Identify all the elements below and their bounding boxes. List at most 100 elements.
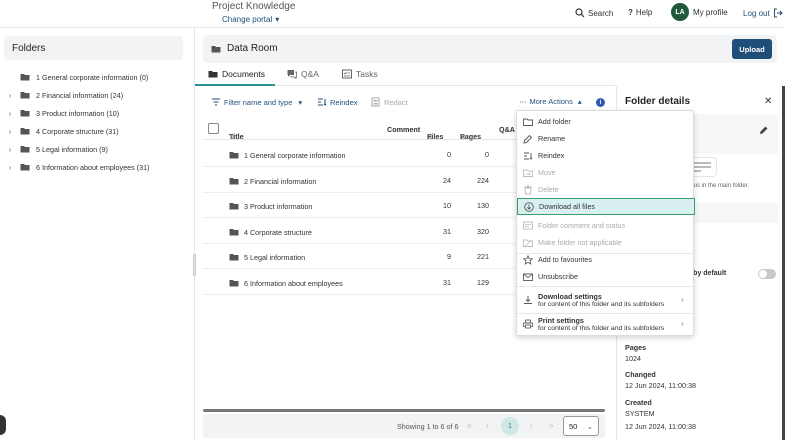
menu-item-unsubscribe[interactable]: Unsubscribe: [517, 268, 695, 285]
more-actions-menu: Add folder Rename Reindex Move Delete Do…: [516, 110, 695, 336]
horizontal-scrollbar[interactable]: [203, 409, 605, 412]
default-toggle[interactable]: [758, 269, 776, 279]
sidebar-item-financial[interactable]: › 2 Financial information (24): [0, 86, 195, 104]
menu-item-download-all[interactable]: Download all files: [517, 198, 695, 215]
help-link[interactable]: ? Help: [628, 8, 652, 17]
upload-button[interactable]: Upload: [732, 39, 772, 59]
sidebar-item-product[interactable]: › 3 Product information (10): [0, 104, 195, 122]
folder-icon: [229, 152, 239, 159]
pencil-icon[interactable]: [759, 125, 769, 135]
chevron-right-icon[interactable]: ›: [0, 91, 20, 100]
trash-icon: [524, 185, 532, 194]
changed-value: 12 Jun 2024, 11:00:38: [625, 381, 697, 390]
tab-documents[interactable]: Documents: [208, 69, 265, 79]
current-page[interactable]: 1: [501, 417, 519, 435]
menu-item-delete[interactable]: Delete: [517, 181, 695, 198]
menu-item-not-applicable[interactable]: Make folder not applicable: [517, 234, 695, 251]
page-title: Data Room: [211, 43, 278, 54]
page-size-select[interactable]: 50 ⌄: [563, 416, 599, 436]
folder-tree: 1 General corporate information (0) › 2 …: [0, 68, 195, 176]
my-profile-link[interactable]: My profile: [693, 8, 728, 17]
row-title: 5 Legal information: [229, 252, 305, 262]
logout-link[interactable]: Log out: [743, 8, 783, 18]
last-page-icon[interactable]: »: [549, 421, 553, 430]
download-settings-title: Download settings: [538, 292, 602, 301]
print-settings-text: Print settings for content of this folde…: [538, 316, 664, 332]
sidebar-item-general-corporate[interactable]: 1 General corporate information (0): [0, 68, 195, 86]
reindex-icon: [524, 152, 533, 160]
chat-icon: [287, 70, 297, 79]
chevron-right-icon[interactable]: ›: [0, 163, 20, 172]
row-pages: 221: [477, 252, 489, 261]
data-room-header: Data Room Upload: [203, 35, 777, 63]
menu-item-label: Add to favourites: [538, 255, 592, 264]
sidebar-item-employees[interactable]: › 6 Information about employees (31): [0, 158, 195, 176]
filter-icon: [212, 98, 220, 106]
redact-label: Redact: [384, 97, 408, 107]
next-page-icon[interactable]: ›: [530, 421, 533, 430]
menu-item-reindex[interactable]: Reindex: [517, 147, 695, 164]
select-all-checkbox[interactable]: [208, 123, 219, 134]
main-tabs: Documents Q&A Tasks: [195, 66, 615, 86]
folder-icon: [20, 164, 30, 171]
reindex-button[interactable]: Reindex: [317, 97, 358, 107]
change-portal-dropdown[interactable]: Change portal ▾: [222, 15, 279, 24]
tab-qa-label: Q&A: [301, 69, 319, 79]
folder-icon: [229, 280, 239, 287]
changed-label: Changed: [625, 370, 656, 379]
page-title-text: Data Room: [227, 43, 278, 54]
menu-item-download-settings[interactable]: Download settings for content of this fo…: [517, 288, 695, 312]
search-link[interactable]: Search: [575, 8, 613, 18]
avatar[interactable]: LA: [671, 3, 689, 21]
menu-item-label: Unsubscribe: [538, 272, 578, 281]
menu-item-rename[interactable]: Rename: [517, 130, 695, 147]
menu-item-add-favourites[interactable]: Add to favourites: [517, 251, 695, 268]
menu-item-label: Rename: [538, 134, 566, 143]
floating-widget-handle[interactable]: [0, 415, 6, 435]
row-pages: 130: [477, 201, 489, 210]
first-page-icon[interactable]: «: [467, 421, 471, 430]
chevron-right-icon: ›: [681, 295, 684, 304]
sidebar-item-legal[interactable]: › 5 Legal information (9): [0, 140, 195, 158]
menu-item-add-folder[interactable]: Add folder: [517, 113, 695, 130]
tab-qa[interactable]: Q&A: [287, 69, 319, 79]
close-icon[interactable]: ✕: [764, 96, 772, 107]
menu-item-move[interactable]: Move: [517, 164, 695, 181]
more-actions-button[interactable]: ⋯ More Actions ▴: [519, 97, 582, 106]
menu-item-print-settings[interactable]: Print settings for content of this folde…: [517, 312, 695, 336]
chevron-right-icon: ›: [681, 319, 684, 328]
menu-item-label: Folder comment and status: [538, 221, 626, 230]
created-by: SYSTEM: [625, 409, 655, 418]
chevron-right-icon[interactable]: ›: [0, 127, 20, 136]
more-dots-icon: ⋯: [519, 97, 527, 106]
search-label: Search: [588, 8, 614, 18]
printer-icon: [523, 319, 533, 329]
top-header: Project Knowledge Change portal ▾ Search…: [0, 0, 785, 28]
folders-sidebar: Folders 1 General corporate information …: [0, 28, 196, 440]
chevron-right-icon[interactable]: ›: [0, 109, 20, 118]
column-comment: Comment: [387, 125, 421, 134]
sidebar-item-corporate-structure[interactable]: › 4 Corporate structure (31): [0, 122, 195, 140]
filter-button[interactable]: Filter name and type ▾: [211, 97, 302, 107]
redact-button[interactable]: Redact: [371, 97, 408, 107]
sidebar-resize-handle[interactable]: [193, 254, 196, 276]
column-qa: Q&A: [499, 125, 515, 134]
print-settings-sub: for content of this folder and its subfo…: [538, 325, 665, 332]
row-pages: 224: [477, 176, 489, 185]
prev-page-icon[interactable]: ‹: [486, 421, 489, 430]
sidebar-item-label: 5 Legal information (9): [36, 144, 108, 154]
sidebar-item-label: 4 Corporate structure (31): [36, 126, 119, 136]
question-icon: ?: [628, 8, 633, 17]
sidebar-item-label: 1 General corporate information (0): [36, 72, 149, 82]
reindex-label: Reindex: [330, 97, 358, 107]
menu-item-label: Make folder not applicable: [538, 238, 622, 247]
project-name: Project Knowledge: [212, 1, 296, 12]
menu-item-label: Reindex: [538, 151, 565, 160]
info-icon[interactable]: i: [596, 98, 605, 107]
chevron-right-icon[interactable]: ›: [0, 145, 20, 154]
tab-tasks[interactable]: Tasks: [342, 69, 378, 79]
row-pages: 0: [485, 150, 489, 159]
row-title-text: 3 Product information: [244, 201, 313, 211]
menu-item-folder-comment[interactable]: Folder comment and status: [517, 217, 695, 234]
folder-icon: [211, 45, 221, 52]
